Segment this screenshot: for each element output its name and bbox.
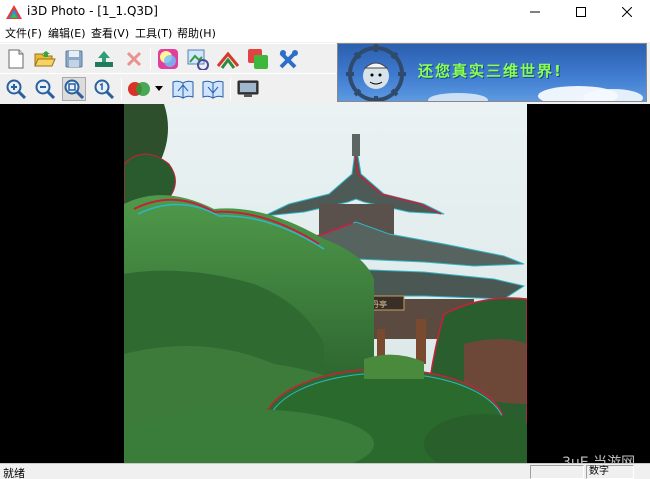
- menu-help[interactable]: 帮助(H): [177, 25, 216, 41]
- open-folder-icon: [34, 51, 56, 67]
- zoom-in-icon: [6, 79, 26, 99]
- toolbar-separator: [121, 78, 122, 100]
- view-toolbar: [0, 73, 336, 103]
- zoom-actual-button[interactable]: [92, 77, 116, 101]
- window-title: i3D Photo - [1_1.Q3D]: [27, 4, 158, 18]
- close-button[interactable]: [604, 0, 650, 24]
- layers-icon: [248, 49, 268, 69]
- image-viewport[interactable]: 拄丹亭: [0, 104, 650, 463]
- layer-merge-button[interactable]: [246, 47, 270, 71]
- open-book-icon: [202, 80, 224, 99]
- status-panel-empty: [530, 465, 584, 479]
- tools-icon: [279, 50, 298, 69]
- save-icon: [65, 50, 83, 68]
- toolbar-separator: [150, 48, 151, 70]
- app-logo-icon: [6, 5, 22, 19]
- book-view-right-button[interactable]: [201, 77, 225, 101]
- app-window: i3D Photo - [1_1.Q3D] 文件(F) 编辑(E) 查看(V) …: [0, 0, 650, 479]
- zoom-out-button[interactable]: [33, 77, 57, 101]
- maximize-icon: [576, 7, 586, 17]
- settings-tools-button[interactable]: [277, 47, 301, 71]
- zoom-fit-icon: [64, 79, 84, 99]
- menu-view[interactable]: 查看(V): [91, 25, 129, 41]
- menu-file[interactable]: 文件(F): [5, 25, 42, 41]
- upload-icon: [95, 51, 113, 67]
- close-icon: [622, 7, 632, 17]
- zoom-in-button[interactable]: [4, 77, 28, 101]
- promo-banner[interactable]: 还您真实三维世界!: [337, 43, 647, 102]
- status-ready: 就绪: [3, 467, 25, 479]
- zoom-fit-button[interactable]: [62, 77, 86, 101]
- monitor-icon: [237, 80, 259, 97]
- open-book-icon: [172, 80, 194, 99]
- main-toolbar: [0, 43, 336, 73]
- status-bar: 就绪 数字: [0, 463, 650, 479]
- open-file-button[interactable]: [33, 47, 57, 71]
- zoom-out-icon: [35, 79, 55, 99]
- red-green-circles-icon: [128, 82, 150, 96]
- color-palette-icon: [158, 49, 178, 69]
- menu-bar: 文件(F) 编辑(E) 查看(V) 工具(T) 帮助(H): [0, 24, 650, 42]
- title-bar[interactable]: i3D Photo - [1_1.Q3D]: [0, 0, 650, 24]
- minimize-button[interactable]: [512, 0, 558, 24]
- banner-slogan: 还您真实三维世界!: [418, 62, 563, 80]
- new-file-button[interactable]: [4, 47, 28, 71]
- zoom-actual-icon: [94, 79, 114, 99]
- image-swirl-icon: [187, 49, 209, 70]
- delete-x-icon: [126, 51, 142, 67]
- new-file-icon: [8, 49, 24, 69]
- stereo-photo[interactable]: 拄丹亭: [124, 104, 527, 463]
- anaglyph-dropdown-button[interactable]: [152, 77, 166, 101]
- menu-tools[interactable]: 工具(T): [135, 25, 172, 41]
- save-button[interactable]: [62, 47, 86, 71]
- pagoda-anaglyph-image: 拄丹亭: [124, 104, 527, 463]
- delete-button[interactable]: [122, 47, 146, 71]
- stereo-align-button[interactable]: [216, 47, 240, 71]
- menu-edit[interactable]: 编辑(E): [48, 25, 86, 41]
- image-effect-button[interactable]: [186, 47, 210, 71]
- status-panel-numlock: 数字: [586, 465, 634, 479]
- stereo-align-icon: [216, 51, 240, 69]
- fullscreen-button[interactable]: [236, 77, 260, 101]
- color-adjust-button[interactable]: [156, 47, 180, 71]
- book-view-left-button[interactable]: [171, 77, 195, 101]
- toolbar-separator: [230, 78, 231, 100]
- maximize-button[interactable]: [558, 0, 604, 24]
- dropdown-arrow-icon: [155, 86, 163, 91]
- export-button[interactable]: [92, 47, 116, 71]
- minimize-icon: [530, 11, 540, 13]
- anaglyph-mode-button[interactable]: [127, 77, 151, 101]
